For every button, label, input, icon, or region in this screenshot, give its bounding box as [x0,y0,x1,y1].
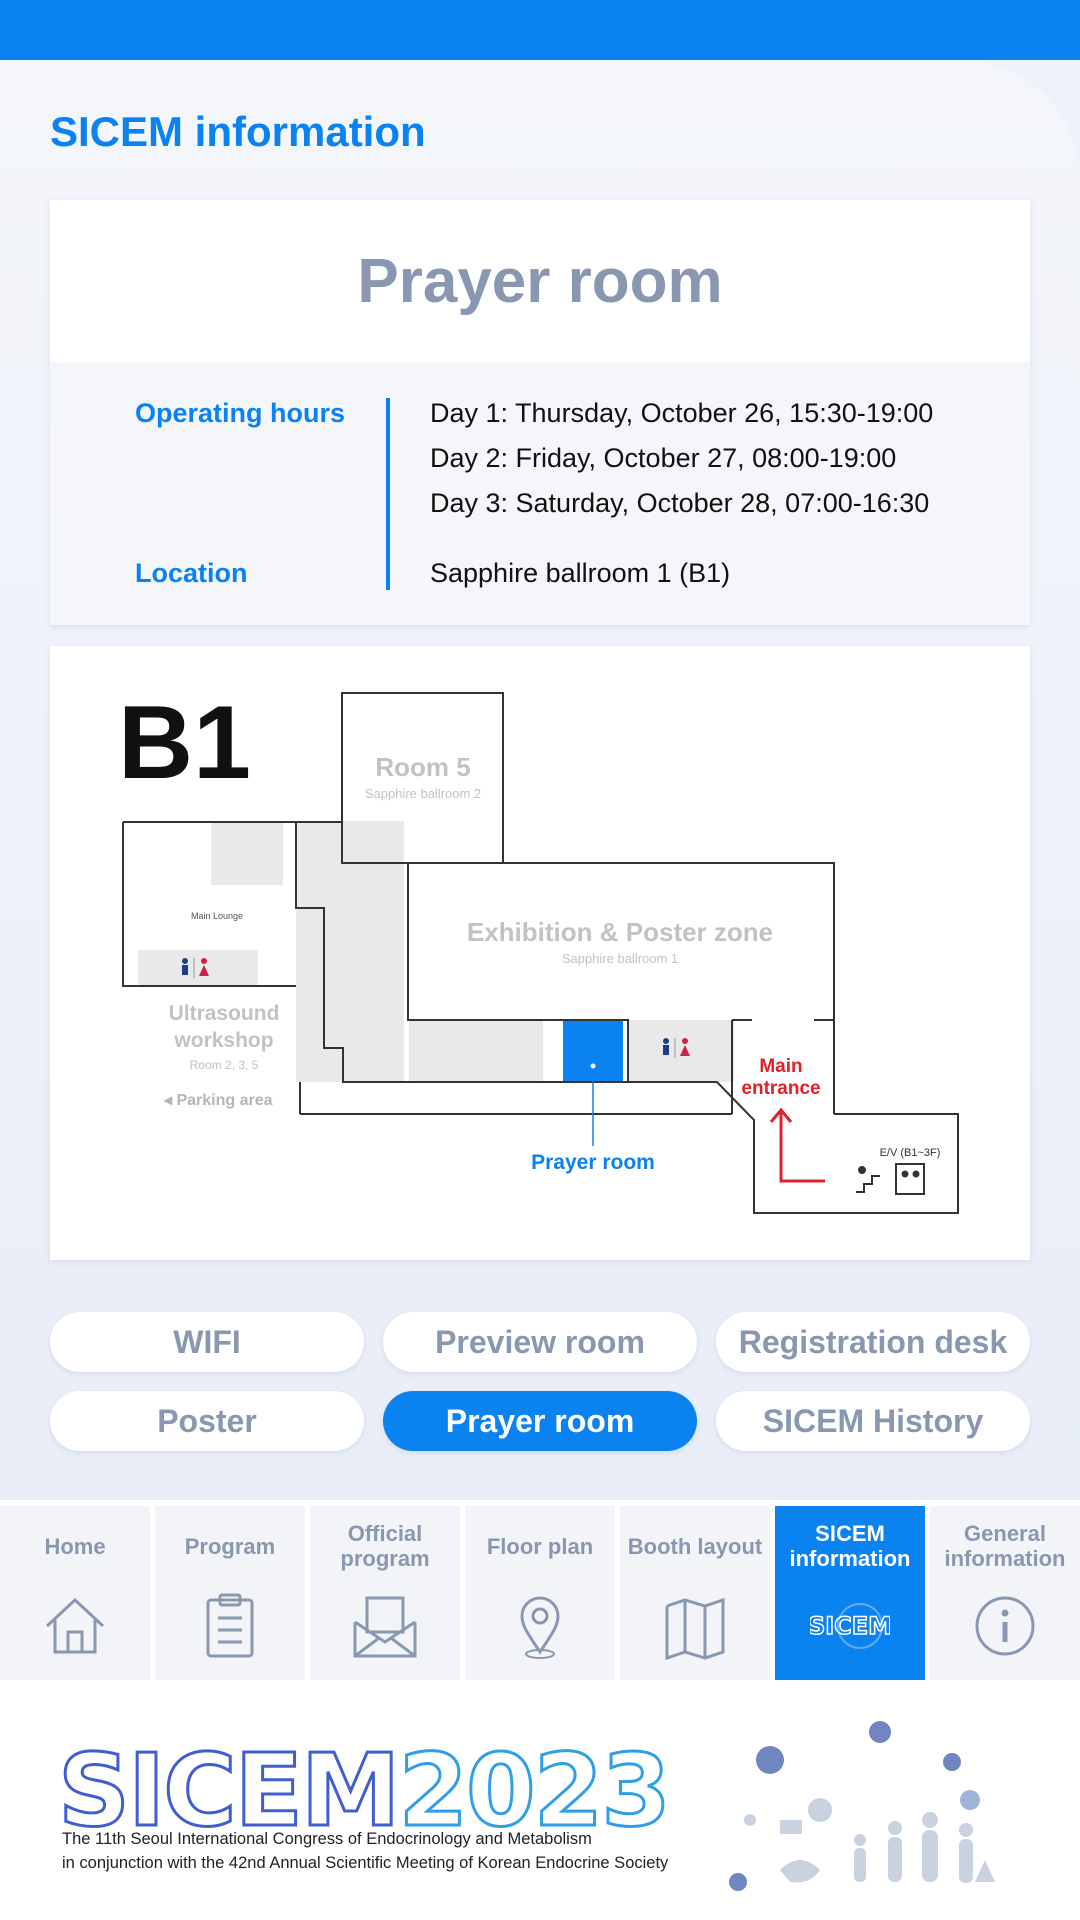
nav-home-label: Home [44,1533,106,1559]
nav-official-program-label: Official program [340,1521,430,1571]
home-icon [45,1597,105,1654]
nav-floor-plan[interactable]: Floor plan [465,1506,615,1680]
nav-booth-layout-label: Booth layout [627,1533,763,1559]
clipboard-icon [206,1593,254,1658]
nav-official-program[interactable]: Official program [310,1506,460,1680]
nav-booth-layout[interactable]: Booth layout [620,1506,770,1680]
tab-preview-room[interactable]: Preview room [383,1312,697,1372]
info-divider [386,398,390,590]
hours-day-1: Day 1: Thursday, October 26, 15:30-19:00 [430,398,934,428]
map-floor-label: B1 [118,685,251,801]
map-icon [665,1597,725,1661]
map-prayer-room-label: Prayer room [531,1151,655,1174]
map-main-entrance-2: entrance [741,1078,820,1099]
info-icon [975,1596,1035,1656]
footer-tagline-1: The 11th Seoul International Congress of… [62,1830,592,1848]
map-exhibition-sub: Sapphire ballroom 1 [562,951,678,966]
footer: SICEM2023 The 11th Seoul International C… [0,1680,1080,1920]
tab-registration-desk[interactable]: Registration desk [716,1312,1030,1372]
nav-floor-plan-label: Floor plan [486,1533,594,1559]
card-title: Prayer room [357,246,723,316]
sicem-logo-icon: SICEM [810,1603,890,1649]
map-main-lounge: Main Lounge [191,911,243,921]
location-value: Sapphire ballroom 1 (B1) [430,558,731,588]
map-exhibition-label: Exhibition & Poster zone [467,917,773,947]
stairs-icon [856,1166,880,1193]
tab-poster[interactable]: Poster [50,1391,364,1451]
tab-sicem-history[interactable]: SICEM History [716,1391,1030,1451]
nav-sicem-information-label: SICEM information [789,1521,911,1571]
nav-home[interactable]: Home [0,1506,150,1680]
location-label: Location [135,558,248,588]
tab-wifi[interactable]: WIFI [50,1312,364,1372]
svg-text:SICEM: SICEM [810,1612,890,1640]
envelope-icon [353,1596,417,1658]
nav-general-information[interactable]: General information [930,1506,1080,1680]
map-elevator-label: E/V (B1~3F) [880,1147,941,1159]
hours-day-2: Day 2: Friday, October 27, 08:00-19:00 [430,443,897,473]
map-ultrasound-sub: Room 2, 3, 5 [190,1058,259,1072]
nav-program-label: Program [184,1533,276,1559]
nav-program[interactable]: Program [155,1506,305,1680]
footer-illustration [729,1721,995,1891]
elevator-icon [895,1163,925,1195]
floor-map: B1 Room 5 Sapphire ballroom 2 Main Loung… [118,685,959,1214]
map-ultrasound-1: Ultrasound [169,1002,280,1025]
map-room5-sub: Sapphire ballroom 2 [365,786,481,801]
bottom-nav: Home Program Official program Floor plan… [0,1500,1080,1680]
map-room5-label: Room 5 [375,752,470,782]
top-bar [0,0,1080,60]
tab-prayer-room[interactable]: Prayer room [383,1391,697,1451]
map-main-entrance-1: Main [759,1056,802,1077]
info-details: Operating hours Day 1: Thursday, October… [50,362,1030,625]
map-parking-label: ◂ Parking area [163,1092,273,1109]
info-card: Prayer room Operating hours Day 1: Thurs… [50,200,1030,625]
hours-day-3: Day 3: Saturday, October 28, 07:00-16:30 [430,488,930,518]
location-pin-icon [520,1596,560,1659]
map-ultrasound-2: workshop [173,1029,273,1052]
nav-general-information-label: General information [944,1521,1066,1571]
floor-map-card: B1 Room 5 Sapphire ballroom 2 Main Loung… [50,646,1030,1260]
nav-sicem-information[interactable]: SICEM information SICEM [775,1506,925,1680]
operating-hours-label: Operating hours [135,398,346,428]
footer-tagline-2: in conjunction with the 42nd Annual Scie… [62,1854,669,1872]
page-title: SICEM information [50,108,426,155]
